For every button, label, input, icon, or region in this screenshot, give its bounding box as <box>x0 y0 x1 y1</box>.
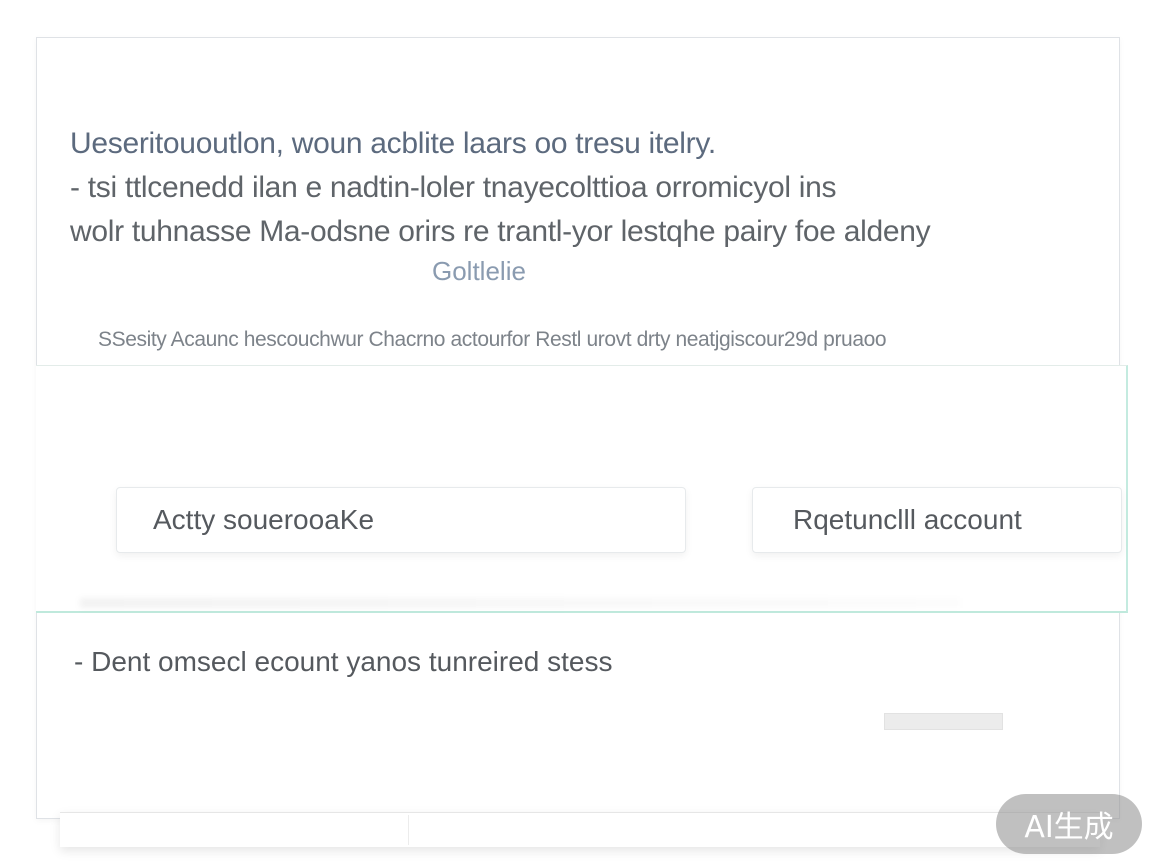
small-control-bar[interactable] <box>884 713 1003 730</box>
headline-line-2: - tsi ttlcenedd ilan e nadtin-loler tnay… <box>70 171 837 204</box>
account-button[interactable]: Rqetunclll account <box>752 487 1122 553</box>
headline-link[interactable]: Goltlelie <box>432 256 526 287</box>
headline-line-3: wolr tuhnasse Ma-odsne orirs re trantl-y… <box>70 215 931 248</box>
footnote-text: - Dent omsecl ecount yanos tunreired ste… <box>74 646 613 677</box>
action-button-left[interactable]: Actty souerooaKe <box>116 487 686 553</box>
subtitle: SSesity Acaunc hescouchwur Chacrno actou… <box>98 328 887 351</box>
page-frame: Ueseritououtlon, woun acblite laars oo t… <box>0 0 1152 864</box>
bottom-strip <box>60 812 1100 847</box>
headline-line-1: Ueseritououtlon, woun acblite laars oo t… <box>70 127 716 160</box>
bottom-strip-divider <box>408 815 409 845</box>
ai-generated-watermark: AI生成 <box>996 794 1142 854</box>
panel-shadow <box>80 598 960 608</box>
headline: Ueseritououtlon, woun acblite laars oo t… <box>70 122 1050 254</box>
